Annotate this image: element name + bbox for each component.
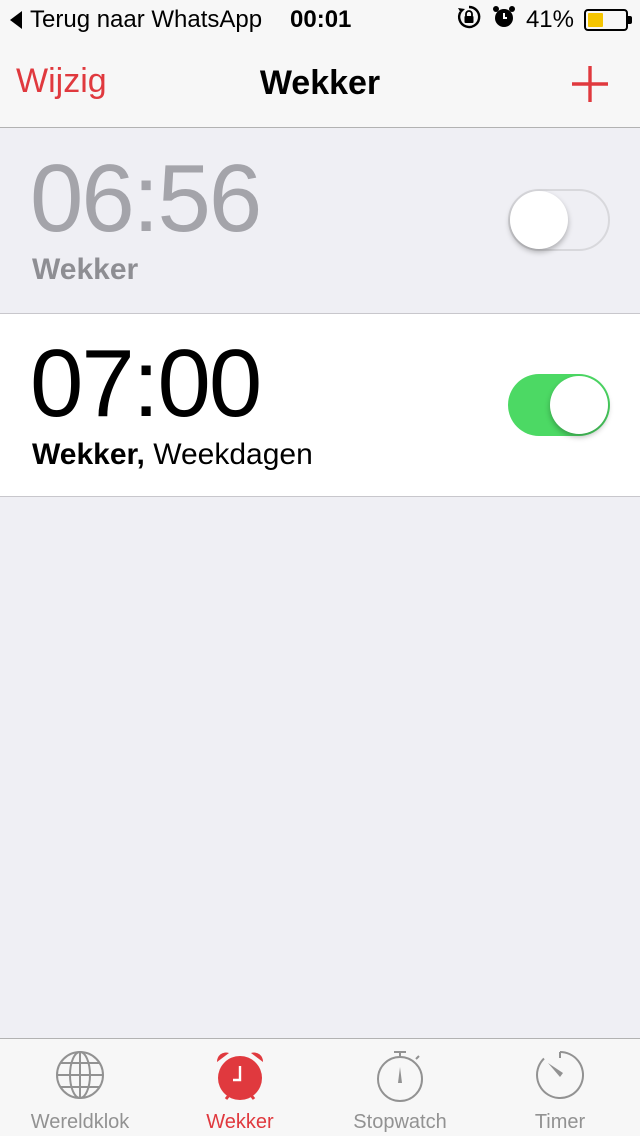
toggle-knob	[510, 191, 568, 249]
globe-icon	[56, 1051, 104, 1099]
alarm-time: 07:00	[30, 330, 262, 437]
back-to-app-label: Terug naar WhatsApp	[30, 6, 263, 33]
rotation-lock-icon	[456, 4, 482, 37]
battery-nub	[628, 16, 632, 24]
tab-stopwatch[interactable]: Stopwatch	[320, 1039, 480, 1136]
alarm-row[interactable]: 07:00 Wekker, Weekdagen	[0, 313, 640, 497]
plus-icon	[572, 66, 608, 102]
status-indicators: 41%	[456, 4, 632, 37]
battery-icon	[584, 9, 632, 31]
alarm-clock-icon	[492, 5, 516, 36]
timer-icon	[536, 1051, 585, 1099]
tab-alarm[interactable]: Wekker	[160, 1039, 320, 1136]
battery-percent: 41%	[525, 6, 574, 33]
status-time: 00:01	[290, 6, 352, 33]
tab-label: Timer	[534, 1111, 586, 1133]
back-to-app-link[interactable]: Terug naar WhatsApp	[10, 4, 262, 36]
tab-label: Stopwatch	[353, 1111, 447, 1133]
alarm-toggle[interactable]	[508, 189, 610, 251]
stopwatch-icon	[377, 1051, 423, 1102]
alarm-label: Wekker, Weekdagen	[32, 438, 313, 472]
tab-world-clock[interactable]: Wereldklok	[0, 1039, 160, 1136]
alarm-label-repeat: Weekdagen	[144, 438, 313, 471]
tab-label: Wekker	[206, 1111, 274, 1133]
nav-bar: Wijzig Wekker	[0, 40, 640, 128]
tab-bar: Wereldklok Wekker Stopwatch Timer	[0, 1038, 640, 1136]
alarm-toggle[interactable]	[508, 374, 610, 436]
status-bar: Terug naar WhatsApp 00:01 41%	[0, 0, 640, 40]
tab-timer[interactable]: Timer	[480, 1039, 640, 1136]
tab-label: Wereldklok	[30, 1111, 130, 1133]
alarm-clock-icon	[216, 1052, 264, 1100]
edit-button[interactable]: Wijzig	[16, 62, 107, 101]
battery-fill	[588, 13, 603, 27]
alarm-row[interactable]: 06:56 Wekker	[0, 129, 640, 313]
toggle-knob	[550, 376, 608, 434]
add-alarm-button[interactable]	[570, 64, 610, 104]
back-arrow-icon	[10, 11, 22, 29]
alarm-label-name: Wekker,	[32, 438, 145, 471]
alarm-time: 06:56	[30, 145, 262, 252]
alarm-label: Wekker	[32, 253, 139, 286]
